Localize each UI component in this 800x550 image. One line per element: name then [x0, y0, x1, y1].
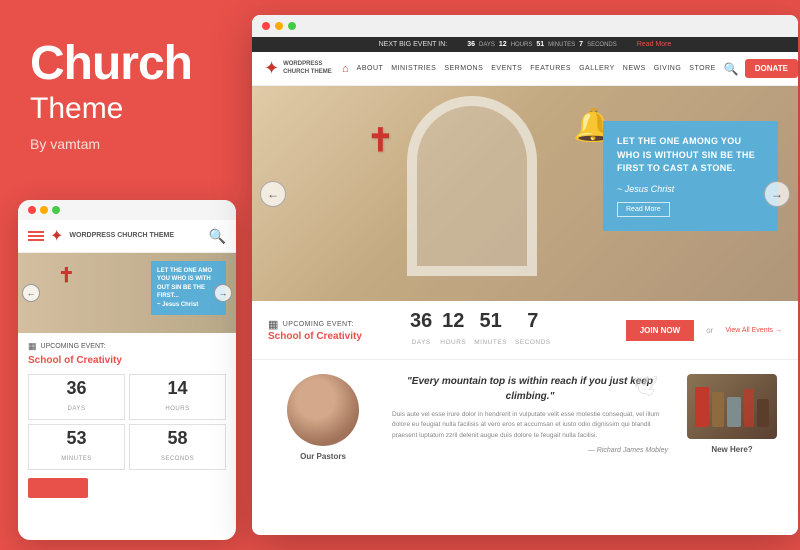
- event-countdown: 36 DAYS 12 HOURS 51 MINUTES 7 SECONDS: [410, 311, 614, 349]
- mobile-event-title: School of Creativity: [28, 355, 226, 366]
- minimize-dot: [40, 206, 48, 214]
- donate-button[interactable]: Donate: [745, 59, 798, 78]
- left-panel: Church Theme By vamtam ✦ WORDPRESS CHURC…: [0, 0, 248, 550]
- hero-read-more-button[interactable]: Read More: [617, 202, 670, 217]
- nav-giving[interactable]: GIVING: [654, 65, 682, 72]
- nav-ministries[interactable]: MINISTRIES: [391, 65, 436, 72]
- or-text: or: [706, 326, 713, 335]
- mobile-mockup: ✦ WORDPRESS CHURCH THEME 🔍 ← ✝ LET THE O…: [18, 200, 236, 540]
- dove-icon: 🕊: [633, 374, 658, 399]
- event-bar: ▦ UPCOMING EVENT: School of Creativity 3…: [252, 301, 798, 360]
- nav-sermons[interactable]: SERMONS: [444, 65, 483, 72]
- next-event-label: NEXT BIG EVENT IN:: [379, 41, 448, 48]
- nav-about[interactable]: ABOUT: [357, 65, 384, 72]
- desktop-top-bar: NEXT BIG EVENT IN: 36 DAYS 12 HOURS 51 M…: [252, 37, 798, 52]
- quote-wrapper: 🕊 "Every mountain top is within reach if…: [392, 374, 668, 454]
- hamburger-icon[interactable]: [28, 231, 44, 241]
- mobile-seconds-count: 58 SECONDS: [129, 424, 226, 470]
- nav-events[interactable]: EVENTS: [491, 65, 522, 72]
- hero-quote-author: ~ Jesus Christ: [617, 184, 764, 194]
- search-icon[interactable]: 🔍: [724, 62, 739, 76]
- minimize-dot: [275, 22, 283, 30]
- cross-icon: ✝: [367, 121, 394, 159]
- mobile-hero: ← ✝ LET THE ONE AMO YOU WHO IS WITH OUT …: [18, 253, 236, 333]
- nav-store[interactable]: STORE: [689, 65, 716, 72]
- mobile-logo-icon: ✦: [50, 226, 63, 246]
- home-icon[interactable]: ⌂: [342, 63, 349, 75]
- nav-links: ⌂ ABOUT MINISTRIES SERMONS EVENTS FEATUR…: [342, 63, 716, 75]
- new-here-section: New Here?: [682, 374, 782, 454]
- mobile-minutes-count: 53 MINUTES: [28, 424, 125, 470]
- hero-quote-text: LET THE ONE AMONG YOU WHO IS WITHOUT SIN…: [617, 135, 764, 176]
- join-now-button[interactable]: Join now: [626, 320, 694, 341]
- page-title: Church: [30, 40, 218, 88]
- bottom-section: Our Pastors 🕊 "Every mountain top is wit…: [252, 360, 798, 475]
- pastor-image: [287, 374, 359, 446]
- expand-dot: [288, 22, 296, 30]
- hero-quote-box: LET THE ONE AMONG YOU WHO IS WITHOUT SIN…: [603, 121, 778, 231]
- quote-attribution: — Richard James Mobley: [392, 447, 668, 454]
- main-quote-text: "Every mountain top is within reach if y…: [392, 374, 668, 404]
- view-all-link[interactable]: View All Events →: [725, 327, 782, 334]
- desktop-mockup: NEXT BIG EVENT IN: 36 DAYS 12 HOURS 51 M…: [252, 15, 798, 535]
- hero-next-button[interactable]: →: [764, 181, 790, 207]
- event-info: ▦ UPCOMING EVENT: School of Creativity: [268, 318, 398, 342]
- mobile-nav-left: ✦ WORDPRESS CHURCH THEME: [28, 226, 174, 246]
- author-credit: By vamtam: [30, 136, 218, 152]
- mobile-quote-author: ~ Jesus Christ: [157, 301, 220, 309]
- close-dot: [262, 22, 270, 30]
- read-more-link[interactable]: Read More: [637, 41, 672, 48]
- desktop-logo: ✦ WORDPRESS CHURCH THEME: [264, 58, 334, 79]
- expand-dot: [52, 206, 60, 214]
- new-here-label: New Here?: [682, 445, 782, 454]
- mobile-days-count: 36 DAYS: [28, 374, 125, 420]
- logo-icon: ✦: [264, 58, 279, 79]
- desktop-title-bar: [252, 15, 798, 37]
- nav-news[interactable]: NEWS: [623, 65, 646, 72]
- desktop-nav: ✦ WORDPRESS CHURCH THEME ⌂ ABOUT MINISTR…: [252, 52, 798, 86]
- mobile-nav: ✦ WORDPRESS CHURCH THEME 🔍: [18, 220, 236, 253]
- mobile-countdown: 36 DAYS 14 HOURS 53 MINUTES 58 SECONDS: [28, 374, 226, 470]
- nav-right: 🔍 Donate: [724, 59, 798, 78]
- mobile-title-bar: [18, 200, 236, 220]
- church-arch: [407, 96, 537, 276]
- desktop-hero: 🔔 ✝ LET THE ONE AMONG YOU WHO IS WITHOUT…: [252, 86, 798, 301]
- mobile-logo-text: WORDPRESS CHURCH THEME: [69, 232, 174, 240]
- minutes-count: 51 MINUTES: [474, 311, 507, 349]
- nav-features[interactable]: FEATURES: [530, 65, 571, 72]
- logo-text: WORDPRESS CHURCH THEME: [283, 61, 334, 77]
- mobile-content: ▦ UPCOMING EVENT: School of Creativity 3…: [18, 333, 236, 506]
- quote-body-text: Duis aute vel esse irure dolor in hendre…: [392, 410, 668, 441]
- pastor-section: Our Pastors: [268, 374, 378, 461]
- cross-icon: ✝: [58, 263, 75, 288]
- days-count: 36 DAYS: [410, 311, 432, 349]
- next-arrow[interactable]: →: [214, 284, 232, 302]
- books-image: [687, 374, 777, 439]
- top-countdown: 36 DAYS 12 HOURS 51 MINUTES 7 SECONDS: [467, 41, 617, 48]
- hours-count: 12 HOURS: [440, 311, 466, 349]
- pastor-label: Our Pastors: [268, 452, 378, 461]
- close-dot: [28, 206, 36, 214]
- prev-arrow[interactable]: ←: [22, 284, 40, 302]
- search-icon[interactable]: 🔍: [209, 228, 226, 245]
- mobile-quote-text: LET THE ONE AMO YOU WHO IS WITH OUT SIN …: [157, 267, 220, 301]
- seconds-count: 7 SECONDS: [515, 311, 551, 349]
- mobile-hours-count: 14 HOURS: [129, 374, 226, 420]
- event-title: School of Creativity: [268, 331, 398, 342]
- event-label: ▦ UPCOMING EVENT:: [268, 318, 398, 331]
- hero-prev-button[interactable]: ←: [260, 181, 286, 207]
- nav-gallery[interactable]: GALLERY: [579, 65, 615, 72]
- page-subtitle: Theme: [30, 92, 218, 126]
- mobile-join-button[interactable]: [28, 478, 88, 498]
- books-visual: [691, 383, 773, 431]
- mobile-event-label: ▦ UPCOMING EVENT:: [28, 341, 226, 352]
